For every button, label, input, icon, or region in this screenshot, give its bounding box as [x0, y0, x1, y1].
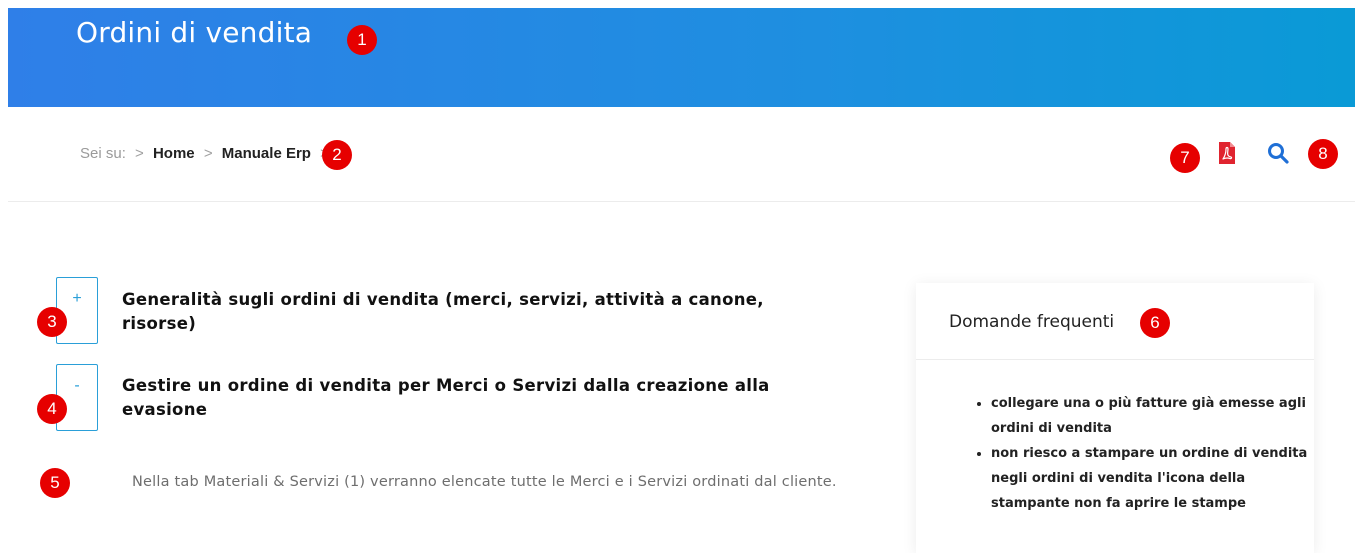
header-divider	[8, 201, 1355, 202]
breadcrumb-separator: >	[203, 145, 213, 162]
annotation-badge-2: 2	[322, 140, 352, 170]
faq-title: Domande frequenti	[949, 312, 1115, 332]
annotation-badge-1: 1	[347, 25, 377, 55]
page-header: Ordini di vendita	[8, 8, 1355, 107]
breadcrumb-separator: >	[135, 145, 144, 162]
breadcrumb-home-link[interactable]: Home	[153, 145, 195, 162]
search-icon[interactable]	[1267, 142, 1289, 164]
breadcrumb: Sei su: > Home > Manuale Erp >	[80, 145, 334, 162]
accordion-title-generalita[interactable]: Generalità sugli ordini di vendita (merc…	[122, 288, 842, 336]
annotation-badge-5: 5	[40, 468, 70, 498]
faq-header: Domande frequenti 6	[916, 283, 1314, 360]
faq-link-stampa-ordine[interactable]: non riesco a stampare un ordine di vendi…	[991, 441, 1311, 516]
annotation-badge-8: 8	[1308, 139, 1338, 169]
faq-panel: Domande frequenti 6 collegare una o più …	[916, 283, 1314, 553]
page-title: Ordini di vendita	[76, 16, 313, 49]
annotation-badge-7: 7	[1170, 143, 1200, 173]
faq-list: collegare una o più fatture già emesse a…	[971, 391, 1311, 516]
breadcrumb-manuale-erp-link[interactable]: Manuale Erp	[222, 145, 311, 162]
accordion-title-gestire-ordine[interactable]: Gestire un ordine di vendita per Merci o…	[122, 374, 842, 422]
annotation-badge-3: 3	[37, 307, 67, 337]
pdf-icon[interactable]	[1217, 142, 1237, 164]
breadcrumb-prefix: Sei su:	[80, 145, 126, 162]
annotation-badge-6: 6	[1140, 308, 1170, 338]
content-paragraph: Nella tab Materiali & Servizi (1) verran…	[132, 474, 837, 490]
faq-link-collegare-fatture[interactable]: collegare una o più fatture già emesse a…	[991, 391, 1311, 441]
annotation-badge-4: 4	[37, 394, 67, 424]
